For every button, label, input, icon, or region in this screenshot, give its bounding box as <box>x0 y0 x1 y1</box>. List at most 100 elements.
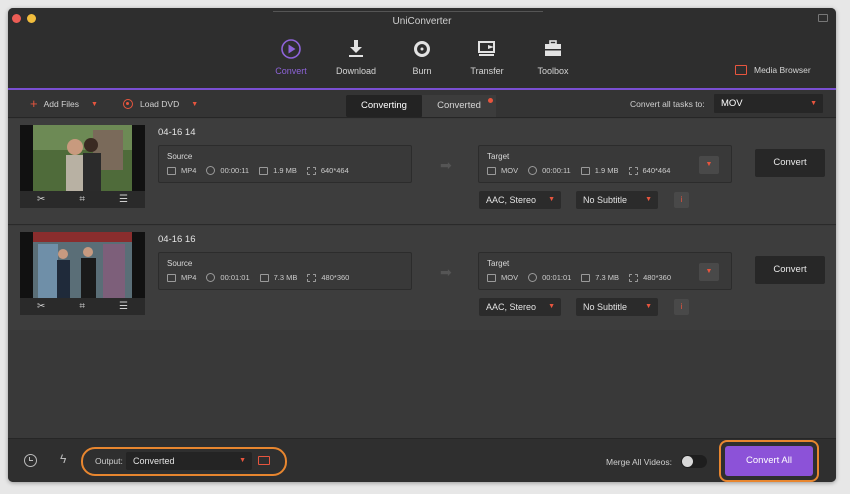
convert-icon <box>281 39 301 59</box>
target-label: Target <box>487 259 510 268</box>
file-name: 04-16 16 <box>158 234 196 245</box>
film-icon <box>487 166 496 175</box>
merge-all-videos-label: Merge All Videos: <box>606 457 672 467</box>
folder-icon <box>580 166 590 175</box>
lightning-icon[interactable]: ϟ <box>60 452 66 466</box>
resolution-icon <box>629 273 639 282</box>
output-label: Output: <box>95 456 123 466</box>
convert-all-button[interactable]: Convert All <box>725 446 813 476</box>
target-format: MOV <box>501 166 519 175</box>
converting-converted-switch: Converting Converted <box>346 95 496 117</box>
arrow-right-icon: ➡ <box>440 157 452 173</box>
effects-icon[interactable]: ☰ <box>119 194 128 205</box>
audio-track-value: AAC, Stereo <box>486 302 537 312</box>
info-button[interactable]: i <box>674 299 689 315</box>
resolution-icon <box>628 166 638 175</box>
subtitle-value: No Subtitle <box>583 302 628 312</box>
merge-all-videos-toggle[interactable] <box>681 455 707 468</box>
file-row: ✂ ⌗ ☰ 04-16 16 Source MP4 00:01:01 7.3 M… <box>8 226 836 332</box>
audio-track-select[interactable]: AAC, Stereo ▼ <box>479 298 561 316</box>
tab-label: Convert <box>275 66 307 76</box>
plus-icon: + <box>30 96 38 111</box>
source-label: Source <box>167 152 193 161</box>
source-meta: MP4 00:01:01 7.3 MB 480*360 <box>167 273 359 282</box>
tab-burn[interactable]: Burn <box>392 38 452 76</box>
thumbnail-toolbar: ✂ ⌗ ☰ <box>20 191 145 208</box>
status-bar: ϟ Output: Converted ▼ Merge All Videos: … <box>8 438 836 482</box>
video-thumbnail[interactable]: ✂ ⌗ ☰ <box>20 125 145 208</box>
crop-icon[interactable]: ⌗ <box>79 301 85 312</box>
source-duration: 00:01:01 <box>220 273 250 282</box>
clock-icon <box>528 166 538 175</box>
source-resolution: 640*464 <box>320 166 349 175</box>
target-format-dropdown[interactable]: ▼ <box>699 156 719 174</box>
film-icon <box>487 273 496 282</box>
alarm-clock-icon[interactable] <box>24 454 37 467</box>
target-info: Target MOV 00:01:01 7.3 MB 480*360 ▼ <box>478 252 732 290</box>
file-list-empty-area <box>8 330 836 438</box>
effects-icon[interactable]: ☰ <box>119 301 128 312</box>
info-button[interactable]: i <box>674 192 689 208</box>
source-resolution: 480*360 <box>321 273 350 282</box>
convert-button[interactable]: Convert <box>755 256 825 284</box>
video-preview-image <box>33 232 132 298</box>
source-format: MP4 <box>181 166 197 175</box>
thumbnail-toolbar: ✂ ⌗ ☰ <box>20 298 145 315</box>
source-info: Source MP4 00:00:11 1.9 MB 640*464 <box>158 145 412 183</box>
audio-track-select[interactable]: AAC, Stereo ▼ <box>479 191 561 209</box>
chevron-down-icon[interactable]: ▼ <box>91 101 98 108</box>
film-icon <box>167 273 176 282</box>
folder-icon <box>259 273 269 282</box>
chat-icon[interactable] <box>818 14 828 22</box>
file-row: ✂ ⌗ ☰ 04-16 14 Source MP4 00:00:11 1.9 M… <box>8 119 836 225</box>
source-label: Source <box>167 259 193 268</box>
load-dvd-button[interactable]: Load DVD ▼ <box>123 99 198 109</box>
tab-convert[interactable]: Convert <box>261 38 321 76</box>
tab-transfer[interactable]: Transfer <box>457 38 517 76</box>
tab-label: Burn <box>412 66 432 76</box>
tab-toolbox[interactable]: Toolbox <box>523 38 583 76</box>
tab-download[interactable]: Download <box>326 38 386 76</box>
target-format-dropdown[interactable]: ▼ <box>699 263 719 281</box>
window-title: UniConverter <box>392 16 452 27</box>
subtitle-select[interactable]: No Subtitle ▼ <box>576 191 658 209</box>
convert-button[interactable]: Convert <box>755 149 825 177</box>
source-duration: 00:00:11 <box>220 166 250 175</box>
video-preview-image <box>33 125 132 191</box>
resolution-icon <box>306 166 316 175</box>
subtitle-select[interactable]: No Subtitle ▼ <box>576 298 658 316</box>
chevron-down-icon: ▼ <box>645 196 652 203</box>
media-browser-icon <box>735 65 747 75</box>
scissors-icon[interactable]: ✂ <box>37 301 45 312</box>
download-icon <box>349 40 363 57</box>
tab-converted[interactable]: Converted <box>422 95 496 117</box>
target-duration: 00:01:01 <box>542 273 572 282</box>
clock-icon <box>206 166 216 175</box>
open-folder-icon[interactable] <box>258 456 270 465</box>
chevron-down-icon[interactable]: ▼ <box>191 101 198 108</box>
target-format-select[interactable]: MOV ▼ <box>714 94 823 113</box>
scissors-icon[interactable]: ✂ <box>37 194 45 205</box>
target-meta: MOV 00:00:11 1.9 MB 640*464 <box>487 166 680 175</box>
target-format-value: MOV <box>721 98 743 109</box>
add-files-button[interactable]: + Add Files ▼ <box>30 96 98 111</box>
subtitle-value: No Subtitle <box>583 195 628 205</box>
tab-label: Download <box>335 66 377 76</box>
toolbar: + Add Files ▼ Load DVD ▼ Converting Conv… <box>8 90 836 118</box>
film-icon <box>167 166 176 175</box>
toggle-knob <box>682 456 693 467</box>
target-size: 1.9 MB <box>594 166 619 175</box>
target-info: Target MOV 00:00:11 1.9 MB 640*464 ▼ <box>478 145 732 183</box>
burn-icon <box>414 41 430 57</box>
clock-icon <box>528 273 538 282</box>
clock-icon <box>206 273 216 282</box>
crop-icon[interactable]: ⌗ <box>79 194 85 205</box>
tab-label: Transfer <box>470 66 504 76</box>
tab-converting[interactable]: Converting <box>346 95 422 117</box>
video-thumbnail[interactable]: ✂ ⌗ ☰ <box>20 232 145 315</box>
source-meta: MP4 00:00:11 1.9 MB 640*464 <box>167 166 359 175</box>
output-folder-select[interactable]: Converted ▼ <box>126 452 252 470</box>
media-browser-button[interactable]: Media Browser <box>735 65 811 75</box>
file-name: 04-16 14 <box>158 127 196 138</box>
notification-dot <box>488 98 493 103</box>
